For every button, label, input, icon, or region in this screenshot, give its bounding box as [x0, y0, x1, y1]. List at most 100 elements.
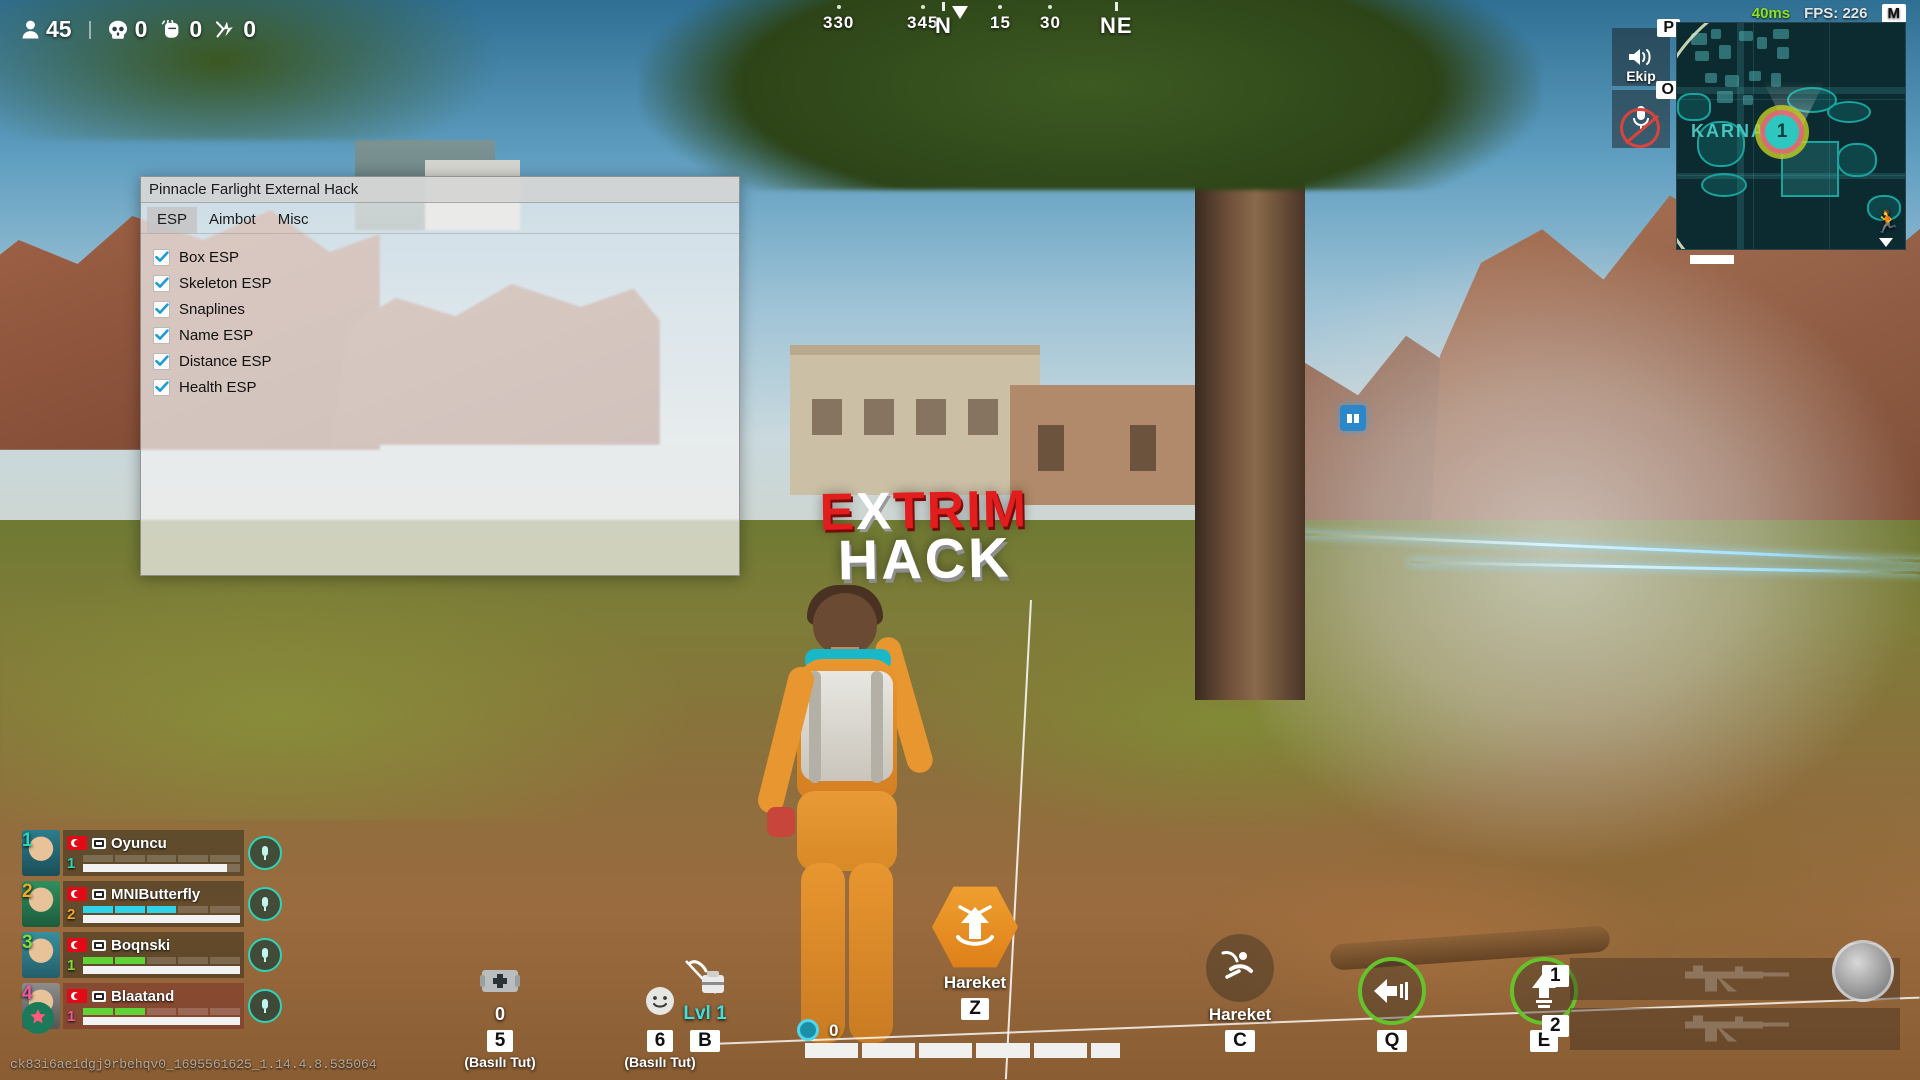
squad-member-row[interactable]: 2 MNIButterfly 2 [22, 879, 282, 929]
crate-icon [1347, 414, 1359, 423]
squad-member-row[interactable]: 4 Blaatand 1 [22, 981, 282, 1031]
cheat-overlay-window[interactable]: Pinnacle Farlight External Hack ESP Aimbo… [140, 176, 740, 576]
check-icon [154, 277, 169, 288]
option-label: Distance ESP [179, 352, 272, 370]
medkit-key: 5 [486, 1030, 514, 1052]
health-bar-squad [83, 864, 240, 872]
squad-member-level: 1 [67, 855, 76, 872]
knockdown-fist-icon [162, 20, 179, 38]
option-row[interactable]: Distance ESP [153, 348, 729, 374]
checkbox-name-esp[interactable] [153, 326, 170, 344]
squad-ping-indicator[interactable] [248, 887, 282, 921]
option-row[interactable]: Name ESP [153, 322, 729, 348]
hack-brand-watermark: EXTRIM HACK [819, 480, 1029, 592]
vehicle-wheel-icon [1832, 940, 1894, 1002]
checkbox-skeleton-esp[interactable] [153, 274, 170, 292]
squad-member-level: 2 [67, 906, 76, 923]
medkit-slot[interactable]: 0 5 (Basılı Tut) [455, 957, 545, 1070]
world-pickup-marker[interactable] [1340, 405, 1366, 431]
compass-tick-mark [1048, 5, 1053, 9]
knockdown-count: 0 [160, 16, 202, 43]
squad-slot-number: 3 [22, 932, 33, 953]
town-building-main [790, 345, 1040, 495]
alive-player-count: 45 [22, 16, 72, 43]
movement-buttons-row: Hareket C Q E [1195, 934, 1589, 1052]
compass-tick-mark [998, 5, 1003, 9]
compass-tick-345: 345 [907, 0, 938, 33]
option-row[interactable]: Skeleton ESP [153, 270, 729, 296]
compass-tick-label: N [935, 13, 952, 38]
option-row[interactable]: Health ESP [153, 374, 729, 400]
squad-member-bars: 1 [67, 855, 240, 872]
minimap[interactable]: KARNA 1 🏃 [1676, 22, 1906, 264]
slide-move-icon [1206, 934, 1274, 1002]
squad-slot-number: 1 [22, 830, 33, 851]
squad-member-level: 1 [67, 1008, 76, 1025]
squad-member-info: MNIButterfly 2 [63, 881, 244, 927]
visor-icon [92, 837, 106, 849]
option-label: Box ESP [179, 248, 240, 266]
running-man-icon: 🏃 [1873, 209, 1901, 234]
team-voice-button[interactable]: P Ekip [1612, 19, 1680, 86]
squad-member-info: Oyuncu 1 [63, 830, 244, 876]
cheat-options-list: Box ESP Skeleton ESP Snaplines Name ESP Dist… [141, 234, 739, 575]
minimap-area-label: KARNA [1691, 121, 1766, 141]
squad-member-row[interactable]: 1 Oyuncu 1 [22, 828, 282, 878]
option-label: Skeleton ESP [179, 274, 272, 292]
mic-mute-slash [1620, 108, 1660, 148]
minimap-north-pointer [1879, 238, 1893, 247]
compass-tick-label: 345 [907, 13, 939, 32]
mic-mute-button[interactable]: O [1612, 81, 1680, 148]
back-dash-button[interactable]: Q [1347, 957, 1437, 1052]
squad-list: 1 Oyuncu 1 2 MNIButterfly 2 3 Boqnski 1 4 Blaatand… [22, 828, 282, 1032]
tab-misc[interactable]: Misc [268, 207, 319, 233]
cheat-tab-bar: ESP Aimbot Misc [141, 203, 739, 234]
weapon-slot[interactable]: 2 [1542, 1008, 1900, 1050]
health-bar-squad [83, 966, 240, 974]
hareket-c-button[interactable]: Hareket C [1195, 934, 1285, 1052]
emote-hint: (Basılı Tut) [624, 1054, 696, 1070]
checkbox-snaplines[interactable] [153, 300, 170, 318]
action-button-hareket-z[interactable]: Hareket Z [930, 884, 1020, 1020]
option-row[interactable]: Box ESP [153, 244, 729, 270]
checkbox-distance-esp[interactable] [153, 352, 170, 370]
network-badge: M [1881, 4, 1906, 23]
ping-value: 40ms [1751, 5, 1791, 22]
ping-icon [262, 999, 268, 1013]
option-label: Name ESP [179, 326, 254, 344]
weapon-slot-key: 2 [1542, 1015, 1569, 1037]
tab-esp[interactable]: ESP [147, 207, 198, 233]
squad-member-row[interactable]: 3 Boqnski 1 [22, 930, 282, 980]
ping-icon [262, 948, 268, 962]
squad-ping-indicator[interactable] [248, 989, 282, 1023]
minimap-canvas[interactable]: KARNA 1 🏃 [1676, 22, 1906, 250]
shield-bar [83, 906, 240, 913]
player-leg-right [849, 863, 893, 1043]
squad-bar-stack [83, 1008, 240, 1025]
shield-badge-icon [797, 1019, 819, 1041]
build-version-watermark: ck83i6ae1dgj9rbehqv0_1695561625_1.14.4.8… [10, 1057, 377, 1072]
backpack-slot[interactable]: Lvl 1 B [660, 957, 750, 1052]
squad-ping-indicator[interactable] [248, 938, 282, 972]
squad-ping-indicator[interactable] [248, 836, 282, 870]
action-hex-label: Hareket [943, 973, 1007, 992]
squad-member-name: Blaatand [111, 987, 175, 1005]
health-count: 0 [829, 1021, 839, 1040]
top-stats-bar: 45 0 0 0 [22, 16, 256, 43]
stats-divider [88, 20, 91, 39]
cheat-window-titlebar[interactable]: Pinnacle Farlight External Hack [141, 177, 739, 203]
minimap-player-marker: 1 [1765, 115, 1799, 149]
skull-kills-icon [108, 20, 127, 39]
tab-aimbot[interactable]: Aimbot [199, 207, 266, 233]
round-button-key: C [1225, 1030, 1255, 1052]
compass-tick-15: 15 [990, 0, 1011, 33]
option-row[interactable]: Snaplines [153, 296, 729, 322]
action-hex-key: Z [961, 998, 989, 1020]
squad-member-info: Boqnski 1 [63, 932, 244, 978]
compass-tick-n: N [935, 0, 952, 39]
fps-value: FPS: 226 [1804, 5, 1868, 22]
compass-tick-330: 330 [823, 0, 854, 33]
checkbox-box-esp[interactable] [153, 248, 170, 266]
ping-icon [262, 897, 268, 911]
checkbox-health-esp[interactable] [153, 378, 170, 396]
